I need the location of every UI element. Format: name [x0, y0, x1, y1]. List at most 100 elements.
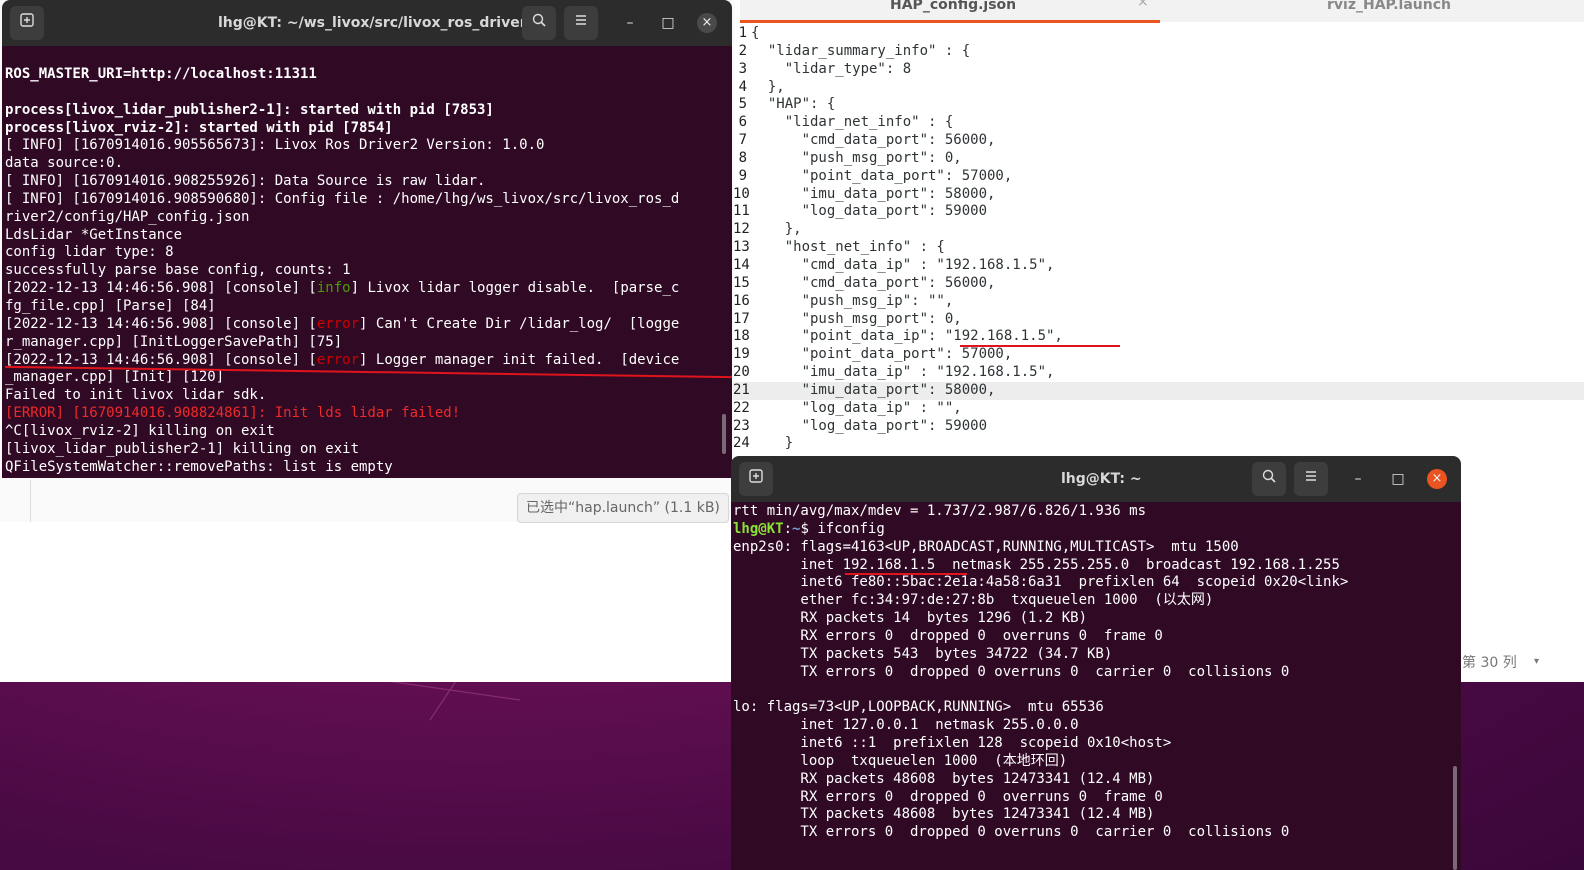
code-line[interactable]: 4 },: [733, 79, 1584, 97]
terminal-titlebar[interactable]: lhg@KT: ~/ws_livox/src/livox_ros_driver2…: [2, 0, 732, 46]
terminal-line: LdsLidar *GetInstance: [5, 226, 183, 243]
code-line[interactable]: 8 "push_msg_port": 0,: [733, 150, 1584, 168]
code-line[interactable]: 14 "cmd_data_ip" : "192.168.1.5",: [733, 257, 1584, 275]
terminal-line: enp2s0: flags=4163<UP,BROADCAST,RUNNING,…: [733, 538, 1239, 555]
code-line[interactable]: 16 "push_msg_ip": "",: [733, 293, 1584, 311]
log-prefix: [2022-12-13 14:46:56.908] [console] [: [5, 280, 317, 297]
code-line[interactable]: 13 "host_net_info" : {: [733, 239, 1584, 257]
terminal-line: QFileSystemWatcher::removePaths: list is…: [5, 458, 393, 475]
code-text: },: [751, 78, 785, 95]
pane-divider: [30, 480, 31, 522]
terminal-window-home[interactable]: lhg@KT: ~ – □ × rtt min/avg/max/mdev = 1…: [731, 456, 1461, 870]
terminal-titlebar[interactable]: lhg@KT: ~ – □ ×: [731, 456, 1461, 502]
code-line[interactable]: 10 "imu_data_port": 58000,: [733, 186, 1584, 204]
log-level: info: [316, 280, 351, 297]
tab-rviz-hap-launch[interactable]: rviz_HAP.launch: [1327, 0, 1451, 20]
terminal-output[interactable]: ROS_MASTER_URI=http://localhost:11311 pro…: [2, 46, 732, 478]
terminal-output[interactable]: rtt min/avg/max/mdev = 1.737/2.987/6.826…: [731, 502, 1461, 870]
selection-status: 已选中“hap.launch” (1.1 kB): [517, 493, 729, 523]
log-level: error: [316, 351, 360, 368]
line-number: 13: [733, 239, 750, 256]
maximize-icon[interactable]: □: [656, 0, 680, 46]
cursor-column-status[interactable]: 第 30 列: [1462, 652, 1517, 672]
terminal-line: data source:0.: [5, 155, 124, 172]
active-tab-indicator: [740, 20, 1160, 23]
terminal-line: ^C[livox_rviz-2] killing on exit: [5, 422, 275, 439]
terminal-line: TX packets 543 bytes 34722 (34.7 KB): [733, 645, 1113, 662]
minimize-icon[interactable]: –: [618, 0, 642, 46]
close-icon[interactable]: ×: [1137, 0, 1149, 10]
code-line[interactable]: 24 }: [733, 435, 1584, 453]
terminal-line: ROS_MASTER_URI=http://localhost:11311: [5, 66, 317, 82]
terminal-title: lhg@KT: ~/ws_livox/src/livox_ros_driver2: [218, 15, 537, 31]
hamburger-menu-icon[interactable]: [1294, 462, 1328, 496]
terminal-line: TX errors 0 dropped 0 overruns 0 carrier…: [733, 824, 1290, 841]
code-line[interactable]: 2 "lidar_summary_info" : {: [733, 43, 1584, 61]
code-line[interactable]: 11 "log_data_port": 59000: [733, 203, 1584, 221]
chevron-down-icon[interactable]: ▾: [1534, 656, 1539, 667]
code-text: }: [751, 435, 794, 452]
terminal-line: rtt min/avg/max/mdev = 1.737/2.987/6.826…: [733, 503, 1147, 519]
terminal-line: [livox_lidar_publisher2-1] killing on ex…: [5, 440, 360, 457]
code-line[interactable]: 3 "lidar_type": 8: [733, 61, 1584, 79]
terminal-line: river2/config/HAP_config.json: [5, 208, 250, 225]
scrollbar[interactable]: [722, 414, 726, 454]
terminal-line: [ INFO] [1670914016.908590680]: Config f…: [5, 190, 680, 207]
terminal-line: RX packets 48608 bytes 12473341 (12.4 MB…: [733, 770, 1155, 787]
code-text: "imu_data_port": 58000,: [751, 185, 996, 202]
code-line[interactable]: 1{: [733, 25, 1584, 43]
terminal-line: inet6 ::1 prefixlen 128 scopeid 0x10<hos…: [733, 734, 1172, 751]
code-line[interactable]: 7 "cmd_data_port": 56000,: [733, 132, 1584, 150]
code-line[interactable]: 6 "lidar_net_info" : {: [733, 114, 1584, 132]
close-icon[interactable]: ×: [697, 13, 717, 33]
prompt-symbol: $: [800, 520, 818, 537]
log-prefix: [2022-12-13 14:46:56.908] [console] [: [5, 351, 317, 368]
line-number: 10: [733, 185, 750, 202]
new-tab-icon[interactable]: [10, 6, 44, 40]
terminal-line: fg_file.cpp] [Parse] [84]: [5, 297, 216, 314]
code-line[interactable]: 5 "HAP": {: [733, 96, 1584, 114]
code-view[interactable]: 1{2 "lidar_summary_info" : {3 "lidar_typ…: [733, 25, 1584, 453]
code-line[interactable]: 18 "point_data_ip": "192.168.1.5",: [733, 328, 1584, 346]
code-line[interactable]: 19 "point_data_port": 57000,: [733, 346, 1584, 364]
log-prefix: [2022-12-13 14:46:56.908] [console] [: [5, 315, 317, 332]
code-line[interactable]: 12 },: [733, 221, 1584, 239]
code-line[interactable]: 21 "imu_data_port": 58000,: [733, 381, 1584, 400]
code-text: "log_data_port": 59000: [751, 417, 988, 434]
terminal-line: TX errors 0 dropped 0 overruns 0 carrier…: [733, 663, 1290, 680]
search-icon[interactable]: [522, 6, 556, 40]
code-text: },: [751, 221, 802, 238]
code-text: "push_msg_port": 0,: [751, 149, 962, 166]
hamburger-menu-icon[interactable]: [564, 6, 598, 40]
code-text: "cmd_data_port": 56000,: [751, 132, 996, 149]
terminal-window-driver[interactable]: lhg@KT: ~/ws_livox/src/livox_ros_driver2…: [2, 0, 732, 478]
maximize-icon[interactable]: □: [1386, 456, 1410, 502]
code-line[interactable]: 23 "log_data_port": 59000: [733, 418, 1584, 436]
log-message: ] Logger manager init failed. [device: [359, 351, 680, 368]
close-icon[interactable]: ×: [1427, 469, 1447, 489]
terminal-line: successfully parse base config, counts: …: [5, 262, 351, 279]
new-tab-icon[interactable]: [739, 462, 773, 496]
code-line[interactable]: 17 "push_msg_port": 0,: [733, 311, 1584, 329]
minimize-icon[interactable]: –: [1346, 456, 1370, 502]
code-line[interactable]: 20 "imu_data_ip" : "192.168.1.5",: [733, 364, 1584, 382]
search-icon[interactable]: [1252, 462, 1286, 496]
line-number: 2: [738, 42, 747, 59]
code-text: "HAP": {: [751, 96, 836, 113]
log-level: error: [316, 315, 360, 332]
line-number: 6: [738, 114, 747, 131]
code-line[interactable]: 9 "point_data_port": 57000,: [733, 168, 1584, 186]
tab-hap-config-json[interactable]: HAP_config.json: [890, 0, 1016, 20]
line-number: 24: [733, 435, 750, 452]
code-line[interactable]: 15 "cmd_data_port": 56000,: [733, 275, 1584, 293]
code-text: "imu_data_port": 58000,: [751, 381, 996, 398]
code-text: "cmd_data_port": 56000,: [751, 274, 996, 291]
code-line[interactable]: 22 "log_data_ip" : "",: [733, 400, 1584, 418]
code-text: "point_data_port": 57000,: [751, 346, 1013, 363]
terminal-line: inet 127.0.0.1 netmask 255.0.0.0: [733, 717, 1079, 734]
line-number: 5: [738, 96, 747, 113]
scrollbar[interactable]: [1453, 766, 1457, 870]
terminal-line: [2022-12-13 14:46:56.908] [console] [err…: [5, 316, 732, 334]
line-number: 15: [733, 274, 750, 291]
line-number: 11: [733, 203, 750, 220]
